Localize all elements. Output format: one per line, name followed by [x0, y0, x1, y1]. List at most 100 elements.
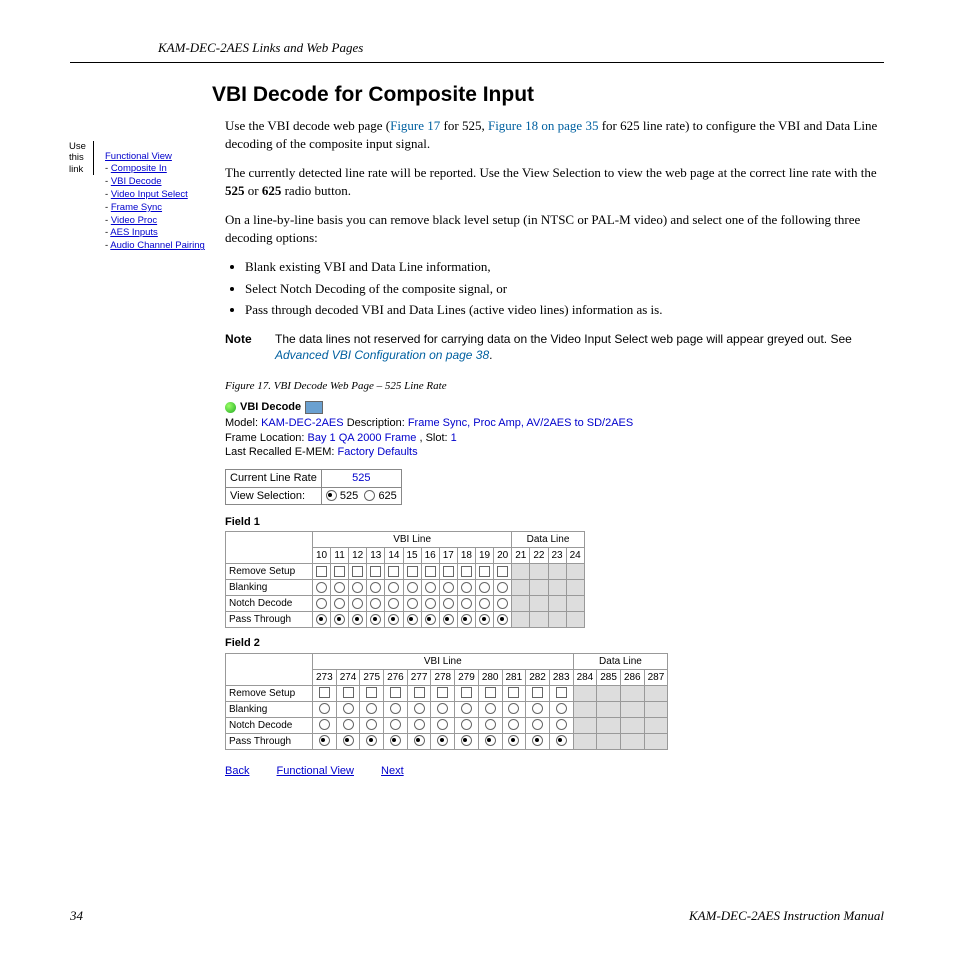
radio[interactable]: [461, 719, 472, 730]
radio[interactable]: [479, 582, 490, 593]
radio-525[interactable]: [326, 490, 337, 501]
xref-advanced-vbi[interactable]: Advanced VBI Configuration on page 38: [275, 348, 489, 362]
checkbox[interactable]: [485, 687, 496, 698]
nav-composite-in[interactable]: Composite In: [111, 163, 167, 174]
radio[interactable]: [425, 582, 436, 593]
radio-625[interactable]: [364, 490, 375, 501]
refresh-icon[interactable]: [305, 401, 323, 414]
radio[interactable]: [316, 582, 327, 593]
nav-aes-inputs[interactable]: AES Inputs: [110, 227, 158, 238]
radio[interactable]: [319, 719, 330, 730]
radio[interactable]: [343, 735, 354, 746]
checkbox[interactable]: [425, 566, 436, 577]
radio[interactable]: [334, 582, 345, 593]
link-functional-view[interactable]: Functional View: [277, 765, 354, 777]
radio[interactable]: [556, 735, 567, 746]
radio[interactable]: [479, 598, 490, 609]
checkbox[interactable]: [334, 566, 345, 577]
radio[interactable]: [407, 598, 418, 609]
checkbox[interactable]: [461, 687, 472, 698]
checkbox[interactable]: [390, 687, 401, 698]
checkbox[interactable]: [443, 566, 454, 577]
radio[interactable]: [407, 614, 418, 625]
radio[interactable]: [343, 719, 354, 730]
checkbox[interactable]: [461, 566, 472, 577]
nav-video-input-select[interactable]: Video Input Select: [111, 189, 188, 200]
nav-functional-view[interactable]: Functional View: [105, 151, 172, 162]
checkbox[interactable]: [508, 687, 519, 698]
radio[interactable]: [370, 582, 381, 593]
radio[interactable]: [437, 735, 448, 746]
radio[interactable]: [319, 735, 330, 746]
checkbox[interactable]: [319, 687, 330, 698]
checkbox[interactable]: [532, 687, 543, 698]
radio[interactable]: [437, 719, 448, 730]
radio[interactable]: [532, 735, 543, 746]
checkbox[interactable]: [437, 687, 448, 698]
radio[interactable]: [334, 598, 345, 609]
radio[interactable]: [461, 582, 472, 593]
radio[interactable]: [461, 598, 472, 609]
radio[interactable]: [414, 735, 425, 746]
radio[interactable]: [366, 719, 377, 730]
radio[interactable]: [316, 614, 327, 625]
radio[interactable]: [388, 614, 399, 625]
link-back[interactable]: Back: [225, 765, 249, 777]
checkbox[interactable]: [556, 687, 567, 698]
radio[interactable]: [352, 598, 363, 609]
radio[interactable]: [556, 703, 567, 714]
xref-figure-17[interactable]: Figure 17: [390, 118, 440, 133]
radio[interactable]: [334, 614, 345, 625]
radio[interactable]: [497, 598, 508, 609]
radio[interactable]: [508, 719, 519, 730]
radio[interactable]: [366, 703, 377, 714]
radio[interactable]: [461, 614, 472, 625]
nav-vbi-decode[interactable]: VBI Decode: [111, 176, 162, 187]
radio[interactable]: [319, 703, 330, 714]
radio[interactable]: [443, 582, 454, 593]
radio[interactable]: [485, 719, 496, 730]
checkbox[interactable]: [479, 566, 490, 577]
radio[interactable]: [390, 719, 401, 730]
radio[interactable]: [407, 582, 418, 593]
radio[interactable]: [352, 614, 363, 625]
checkbox[interactable]: [343, 687, 354, 698]
radio[interactable]: [508, 703, 519, 714]
radio[interactable]: [497, 614, 508, 625]
radio[interactable]: [532, 719, 543, 730]
checkbox[interactable]: [414, 687, 425, 698]
radio[interactable]: [352, 582, 363, 593]
nav-video-proc[interactable]: Video Proc: [111, 215, 157, 226]
radio[interactable]: [556, 719, 567, 730]
radio[interactable]: [316, 598, 327, 609]
checkbox[interactable]: [316, 566, 327, 577]
nav-audio-channel-pairing[interactable]: Audio Channel Pairing: [110, 240, 205, 251]
radio[interactable]: [461, 735, 472, 746]
radio[interactable]: [497, 582, 508, 593]
xref-figure-18[interactable]: Figure 18 on page 35: [488, 118, 598, 133]
radio[interactable]: [479, 614, 490, 625]
radio[interactable]: [485, 703, 496, 714]
radio[interactable]: [425, 598, 436, 609]
radio[interactable]: [508, 735, 519, 746]
link-next[interactable]: Next: [381, 765, 404, 777]
radio[interactable]: [532, 703, 543, 714]
radio[interactable]: [388, 582, 399, 593]
radio[interactable]: [343, 703, 354, 714]
checkbox[interactable]: [352, 566, 363, 577]
radio[interactable]: [390, 703, 401, 714]
checkbox[interactable]: [407, 566, 418, 577]
checkbox[interactable]: [370, 566, 381, 577]
radio[interactable]: [370, 598, 381, 609]
radio[interactable]: [366, 735, 377, 746]
radio[interactable]: [388, 598, 399, 609]
radio[interactable]: [414, 719, 425, 730]
radio[interactable]: [485, 735, 496, 746]
checkbox[interactable]: [388, 566, 399, 577]
checkbox[interactable]: [497, 566, 508, 577]
radio[interactable]: [461, 703, 472, 714]
radio[interactable]: [437, 703, 448, 714]
radio[interactable]: [443, 598, 454, 609]
checkbox[interactable]: [366, 687, 377, 698]
radio[interactable]: [443, 614, 454, 625]
